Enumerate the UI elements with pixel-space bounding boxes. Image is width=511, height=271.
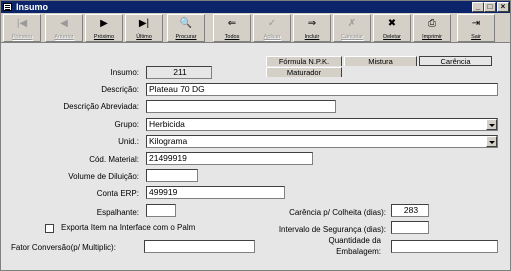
title-bar[interactable]: Insumo _ □ × [1, 1, 510, 13]
close-button[interactable]: × [497, 2, 509, 12]
exporta-palm-label: Exporta Item na Interface com o Palm [61, 223, 196, 232]
app-icon [3, 3, 12, 11]
search-button[interactable]: 🔍 Procurar [167, 14, 205, 42]
previous-record-icon: ◀ [60, 18, 68, 29]
insumo-window: Insumo _ □ × |◀ Primeiro ◀ Anterior ▶ Pr… [0, 0, 511, 271]
conta-erp-label: Conta ERP: [96, 189, 139, 198]
maximize-button[interactable]: □ [484, 2, 496, 12]
fator-conversao-label: Fator Conversão(p/ Multiplic): [11, 243, 116, 252]
tab-carencia[interactable]: Carência [419, 56, 492, 66]
descricao-abreviada-label: Descrição Abreviada: [63, 102, 139, 111]
delete-button[interactable]: ✖ Deletar [373, 14, 411, 42]
unid-value: Kilograma [149, 136, 188, 146]
search-icon: 🔍 [179, 18, 193, 29]
include-label: Incluir [304, 34, 320, 40]
unid-select[interactable]: Kilograma [146, 135, 498, 148]
carencia-colheita-input[interactable]: 283 [391, 204, 429, 217]
all-label: Todos [224, 34, 240, 40]
unid-label: Unid.: [118, 137, 139, 146]
insumo-code-field: 211 [146, 66, 212, 79]
intervalo-seguranca-label: Intervalo de Segurança (dias): [278, 225, 386, 234]
descricao-label: Descrição: [101, 85, 139, 94]
first-button[interactable]: |◀ Primeiro [3, 14, 41, 42]
cancel-icon: ✗ [347, 18, 357, 29]
espalhante-label: Espalhante: [96, 208, 139, 217]
grupo-select[interactable]: Herbicida [146, 118, 498, 131]
previous-button[interactable]: ◀ Anterior [45, 14, 83, 42]
cancel-label: Cancelar [340, 34, 363, 40]
printer-icon: ⎙ [428, 18, 436, 29]
carencia-colheita-label: Carência p/ Colheita (dias): [289, 208, 386, 217]
window-title: Insumo [16, 2, 49, 12]
previous-label: Anterior [54, 34, 74, 40]
last-label: Último [136, 34, 152, 40]
print-label: Imprimir [422, 34, 442, 40]
include-icon: ⇒ [307, 18, 317, 29]
last-button[interactable]: ▶| Último [125, 14, 163, 42]
last-record-icon: ▶| [138, 18, 150, 29]
apply-icon: ✓ [267, 18, 277, 29]
cancel-button[interactable]: ✗ Cancelar [333, 14, 371, 42]
print-button[interactable]: ⎙ Imprimir [413, 14, 451, 42]
cod-material-label: Cód. Material: [89, 155, 139, 164]
cod-material-input[interactable]: 21499919 [146, 152, 313, 165]
next-label: Próximo [93, 34, 115, 40]
espalhante-input[interactable] [146, 204, 176, 217]
minimize-button[interactable]: _ [472, 2, 484, 12]
exit-icon: ⇥ [471, 18, 481, 29]
conta-erp-input[interactable]: 499919 [146, 186, 285, 199]
descricao-abreviada-input[interactable] [146, 100, 336, 113]
delete-label: Deletar [383, 34, 401, 40]
chevron-down-icon[interactable] [486, 136, 497, 147]
toolbar: |◀ Primeiro ◀ Anterior ▶ Próximo ▶| Últi… [1, 13, 510, 43]
first-label: Primeiro [11, 34, 33, 40]
fator-conversao-input[interactable] [144, 240, 255, 253]
exporta-palm-checkbox[interactable] [45, 224, 54, 233]
quantidade-embalagem-label-2: Embalagem: [336, 247, 381, 256]
quantidade-embalagem-input[interactable] [391, 240, 498, 253]
next-record-icon: ▶ [100, 18, 108, 29]
apply-button[interactable]: ✓ Aplicar [253, 14, 291, 42]
tab-mistura[interactable]: Mistura [344, 56, 417, 66]
next-button[interactable]: ▶ Próximo [85, 14, 123, 42]
chevron-down-icon[interactable] [486, 119, 497, 130]
first-record-icon: |◀ [16, 18, 28, 29]
all-button[interactable]: ⇐ Todos [213, 14, 251, 42]
quantidade-embalagem-label-1: Quantidade da [328, 236, 382, 245]
tab-formula-npk[interactable]: Fórmula N.P.K. [266, 56, 342, 66]
tab-maturador[interactable]: Maturador [266, 67, 342, 77]
intervalo-seguranca-input[interactable] [391, 221, 429, 234]
exit-label: Sair [471, 34, 481, 40]
exit-button[interactable]: ⇥ Sair [457, 14, 495, 42]
descricao-input[interactable]: Plateau 70 DG [146, 83, 498, 96]
all-records-icon: ⇐ [227, 18, 237, 29]
search-label: Procurar [175, 34, 197, 40]
apply-label: Aplicar [263, 34, 281, 40]
insumo-label: Insumo: [110, 68, 139, 77]
volume-diluicao-label: Volume de Diluição: [68, 172, 139, 181]
include-button[interactable]: ⇒ Incluir [293, 14, 331, 42]
volume-diluicao-input[interactable] [146, 169, 198, 182]
grupo-label: Grupo: [114, 120, 139, 129]
delete-icon: ✖ [387, 18, 397, 29]
grupo-value: Herbicida [149, 119, 185, 129]
